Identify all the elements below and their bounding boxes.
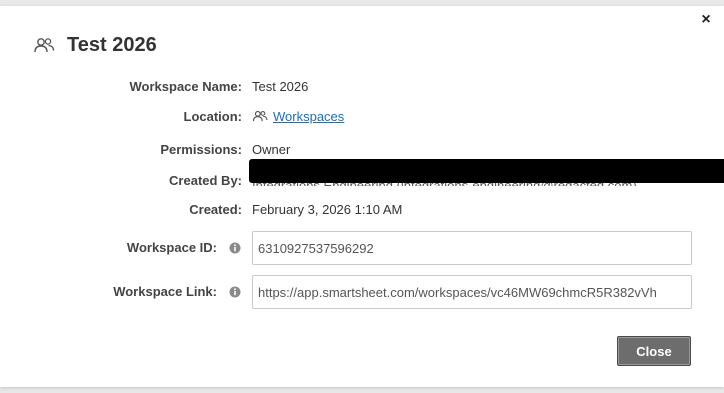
created-value: February 3, 2026 1:10 AM: [252, 202, 403, 217]
workspace-name-row: Workspace Name: Test 2026: [0, 77, 724, 97]
location-label: Location:: [183, 109, 243, 124]
workspaces-link[interactable]: Workspaces: [273, 109, 344, 124]
location-value: Workspaces: [252, 107, 344, 127]
dialog-header: Test 2026: [33, 31, 157, 59]
info-icon[interactable]: [229, 242, 241, 254]
permissions-value: Owner: [252, 142, 291, 157]
people-icon: [252, 110, 268, 122]
workspace-id-label: Workspace ID:: [126, 240, 217, 255]
created-label: Created:: [189, 202, 242, 217]
people-icon: [34, 38, 55, 53]
workspace-name-label: Workspace Name:: [129, 79, 242, 94]
created-by-label: Created By:: [169, 173, 242, 188]
workspace-name-value: Test 2026: [252, 79, 309, 94]
workspace-link-label: Workspace Link:: [113, 284, 217, 299]
workspace-link-field[interactable]: [252, 275, 692, 309]
close-icon[interactable]: ×: [698, 11, 714, 29]
redaction-bar: [249, 159, 724, 183]
close-button[interactable]: Close: [617, 336, 691, 366]
location-row: Location: Workspaces: [0, 107, 724, 127]
workspace-id-field[interactable]: [252, 231, 692, 265]
permissions-row: Permissions: Owner: [0, 140, 724, 160]
created-row: Created: February 3, 2026 1:10 AM: [0, 200, 724, 220]
info-icon[interactable]: [229, 286, 241, 298]
workspace-properties-dialog: × Test 2026 Workspace Name: Test 2026 Lo…: [0, 6, 724, 387]
dialog-title: Test 2026: [67, 33, 157, 56]
permissions-label: Permissions:: [160, 142, 242, 157]
